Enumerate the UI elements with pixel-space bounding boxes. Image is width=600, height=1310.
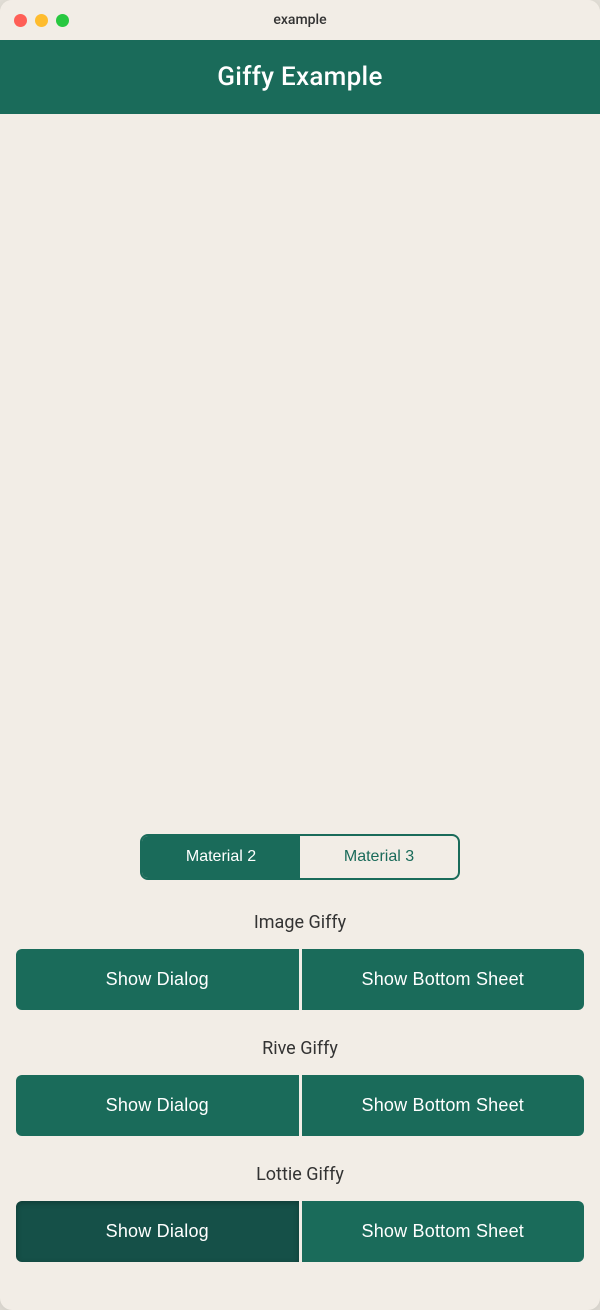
minimize-button[interactable]: [35, 14, 48, 27]
title-bar: example: [0, 0, 600, 40]
image-giffy-button-row: Show Dialog Show Bottom Sheet: [16, 949, 584, 1010]
tab-material3[interactable]: Material 3: [300, 836, 458, 878]
section-image-giffy: Image Giffy Show Dialog Show Bottom Shee…: [16, 912, 584, 1010]
maximize-button[interactable]: [56, 14, 69, 27]
app-content: Material 2 Material 3 Image Giffy Show D…: [0, 114, 600, 1310]
app-title: Giffy Example: [217, 62, 382, 92]
tab-material2[interactable]: Material 2: [142, 836, 300, 878]
app-header: Giffy Example: [0, 40, 600, 114]
rive-giffy-show-dialog-button[interactable]: Show Dialog: [16, 1075, 299, 1136]
section-rive-giffy-title: Rive Giffy: [16, 1038, 584, 1059]
lottie-giffy-button-row: Show Dialog Show Bottom Sheet: [16, 1201, 584, 1262]
section-rive-giffy: Rive Giffy Show Dialog Show Bottom Sheet: [16, 1038, 584, 1136]
rive-giffy-button-row: Show Dialog Show Bottom Sheet: [16, 1075, 584, 1136]
close-button[interactable]: [14, 14, 27, 27]
rive-giffy-show-bottom-sheet-button[interactable]: Show Bottom Sheet: [302, 1075, 585, 1136]
image-giffy-show-dialog-button[interactable]: Show Dialog: [16, 949, 299, 1010]
tab-group: Material 2 Material 3: [140, 834, 460, 880]
image-giffy-show-bottom-sheet-button[interactable]: Show Bottom Sheet: [302, 949, 585, 1010]
lottie-giffy-show-dialog-button[interactable]: Show Dialog: [16, 1201, 299, 1262]
section-lottie-giffy-title: Lottie Giffy: [16, 1164, 584, 1185]
window-title: example: [273, 12, 326, 28]
section-image-giffy-title: Image Giffy: [16, 912, 584, 933]
app-window: example Giffy Example Material 2 Materia…: [0, 0, 600, 1310]
section-lottie-giffy: Lottie Giffy Show Dialog Show Bottom She…: [16, 1164, 584, 1262]
lottie-giffy-show-bottom-sheet-button[interactable]: Show Bottom Sheet: [302, 1201, 585, 1262]
